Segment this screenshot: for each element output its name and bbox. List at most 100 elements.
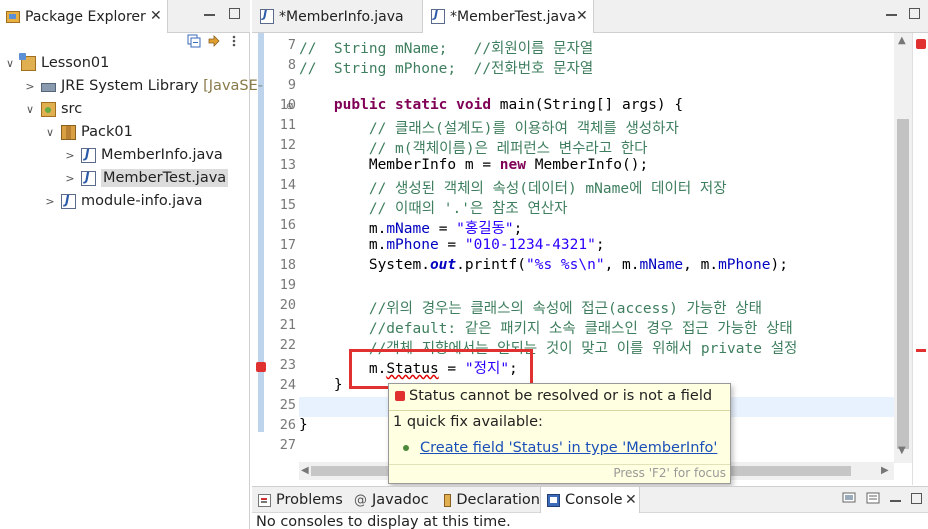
tree-item-label: src: [61, 101, 83, 117]
quick-fix-option[interactable]: Create field 'Status' in type 'MemberInf…: [403, 440, 717, 456]
minimize-icon[interactable]: [204, 13, 215, 16]
code-string: "홍길동": [456, 221, 514, 237]
error-annotation-mark[interactable]: [916, 349, 926, 352]
tree-item-memberinfo-java[interactable]: > MemberInfo.java: [64, 144, 223, 166]
error-message-text: Status cannot be resolved or is not a fi…: [409, 388, 713, 404]
maximize-icon[interactable]: [229, 8, 240, 19]
tab-membertest-java[interactable]: *MemberTest.java ✕: [422, 0, 594, 33]
overview-ruler[interactable]: [912, 33, 928, 485]
scrollbar-thumb[interactable]: [897, 119, 909, 449]
editor-tab-label: *MemberInfo.java: [279, 8, 404, 25]
code-comment: // m(객체이름)은 레퍼런스 변수라고 한다: [368, 141, 648, 157]
tree-item-jre-system-library[interactable]: > JRE System Library [JavaSE-: [24, 75, 263, 97]
tab-console[interactable]: Console ✕: [540, 487, 640, 513]
minimize-icon[interactable]: [890, 499, 901, 502]
bottom-panel: Problems @ Javadoc Declaration Console ✕…: [252, 486, 928, 529]
expand-chevron-icon[interactable]: >: [44, 195, 56, 208]
package-explorer-panel: Package Explorer ✕ ∨ Lesson01 > JRE Syst…: [0, 0, 263, 529]
problems-icon: [258, 493, 271, 507]
close-icon[interactable]: ✕: [625, 493, 637, 507]
line-number: 20: [279, 297, 296, 313]
code-comment: // 클래스(설계도)를 이용하여 객체를 생성하자: [368, 121, 679, 137]
line-number: 15: [279, 197, 296, 213]
code-text: m.: [368, 237, 387, 253]
tree-item-lesson01[interactable]: ∨ Lesson01: [4, 52, 109, 74]
quick-diff-ruler: [258, 33, 264, 432]
scroll-up-icon[interactable]: ▲: [898, 35, 906, 46]
expand-chevron-icon[interactable]: >: [64, 172, 76, 185]
view-menu-icon[interactable]: [866, 491, 880, 505]
tree-item-module-info-java[interactable]: > module-info.java: [44, 190, 203, 212]
view-menu-icon[interactable]: [227, 34, 241, 48]
scroll-down-icon[interactable]: ▼: [898, 445, 906, 456]
line-number: 19: [279, 277, 296, 293]
expand-chevron-icon[interactable]: >: [24, 80, 36, 93]
code-text: , m.: [683, 257, 719, 273]
line-number: 16: [279, 217, 296, 233]
console-toolbar: [842, 491, 922, 505]
line-number: 12: [279, 137, 296, 153]
expand-chevron-icon[interactable]: ∨: [24, 103, 36, 116]
quick-fix-popup: Status cannot be resolved or is not a fi…: [388, 383, 731, 484]
line-number: 14: [279, 177, 296, 193]
scroll-right-icon[interactable]: ▶: [881, 465, 889, 476]
editor-tab-label: *MemberTest.java: [450, 8, 576, 25]
error-summary-icon[interactable]: [916, 39, 926, 49]
expand-chevron-icon[interactable]: ∨: [4, 57, 16, 70]
code-keyword: new: [499, 157, 526, 173]
library-icon: [41, 83, 56, 92]
fold-collapse-icon[interactable]: ⊖: [286, 102, 294, 112]
tree-item-label: Lesson01: [41, 55, 110, 71]
link-with-editor-icon[interactable]: [207, 34, 221, 48]
minimize-icon[interactable]: [886, 13, 897, 16]
display-console-icon[interactable]: [842, 491, 856, 505]
code-text: }: [333, 377, 343, 393]
tab-label: Console: [565, 492, 623, 508]
expand-chevron-icon[interactable]: ∨: [44, 126, 56, 139]
java-file-icon: [260, 8, 274, 24]
tab-javadoc[interactable]: @ Javadoc: [348, 487, 438, 513]
expand-chevron-icon[interactable]: >: [64, 149, 76, 162]
tab-label: Javadoc: [372, 492, 429, 508]
code-comment: // String mName; //회원이름 문자열: [299, 41, 594, 57]
scroll-left-icon[interactable]: ◀: [301, 465, 309, 476]
tree-item-label: MemberInfo.java: [101, 147, 223, 163]
code-field: mPhone: [386, 237, 439, 253]
code-text: }: [299, 417, 308, 433]
code-text: main(String[] args) {: [491, 97, 684, 113]
error-marker-icon[interactable]: [256, 362, 266, 372]
code-text: =: [438, 237, 465, 253]
tab-label: Declaration: [456, 492, 540, 508]
javadoc-icon: @: [354, 492, 367, 508]
tab-memberinfo-java[interactable]: *MemberInfo.java: [252, 0, 420, 33]
tree-item-membertest-java[interactable]: > MemberTest.java: [64, 167, 229, 189]
tab-package-explorer[interactable]: Package Explorer ✕: [0, 0, 168, 33]
close-icon[interactable]: ✕: [150, 9, 162, 23]
maximize-icon[interactable]: [911, 493, 922, 504]
divider: [389, 464, 730, 465]
package-explorer-toolbar: [187, 34, 241, 50]
code-comment: // 생성된 객체의 속성(데이터) mName에 데이터 저장: [368, 181, 727, 197]
create-field-icon: [403, 445, 409, 451]
quick-fix-link[interactable]: Create field 'Status' in type 'MemberInf…: [420, 440, 717, 456]
tree-item-pack01[interactable]: ∨ Pack01: [44, 121, 133, 143]
error-icon: [395, 391, 405, 401]
line-number: 23: [279, 357, 296, 373]
maximize-icon[interactable]: [909, 8, 920, 19]
code-comment: //위의 경우는 클래스의 속성에 접근(access) 가능한 상태: [368, 301, 762, 317]
code-field: mName: [639, 257, 684, 273]
line-number: 26: [279, 417, 296, 433]
tree-item-label: module-info.java: [81, 193, 203, 209]
line-number: 7: [287, 37, 296, 53]
package-icon: [61, 124, 76, 140]
code-text: System.: [368, 257, 430, 273]
tab-problems[interactable]: Problems: [252, 487, 348, 513]
vertical-scrollbar[interactable]: ▲ ▼: [894, 33, 912, 463]
code-keyword: public static void: [333, 97, 492, 113]
line-number: 22: [279, 337, 296, 353]
line-number: 21: [279, 317, 296, 333]
close-icon[interactable]: ✕: [576, 9, 588, 23]
tree-item-src[interactable]: ∨ src: [24, 98, 82, 120]
collapse-all-icon[interactable]: [187, 34, 201, 48]
tab-declaration[interactable]: Declaration: [438, 487, 540, 513]
